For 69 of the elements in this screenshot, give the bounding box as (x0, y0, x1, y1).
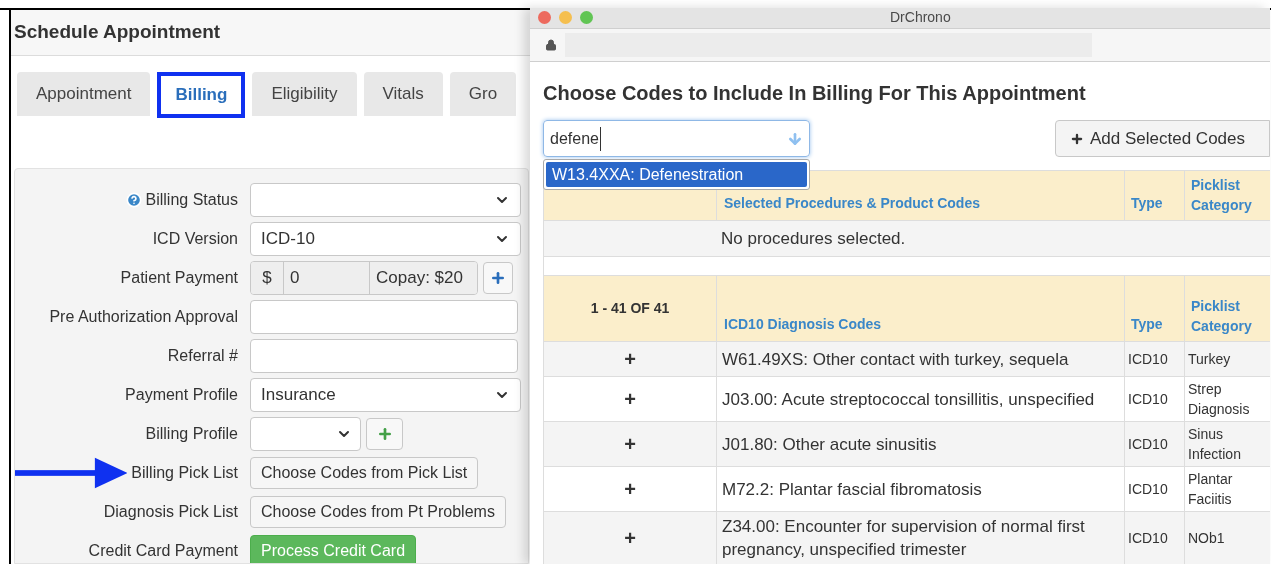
field-label: Diagnosis Pick List (103, 502, 238, 522)
table-cell-text: Strep Diagnosis (1188, 380, 1251, 419)
table-cell-text: W61.49XS: Other contact with turkey, sequela (722, 348, 1069, 371)
column-header: ICD10 Diagnosis Codes (724, 315, 882, 334)
column-header: Type (1131, 315, 1163, 334)
tab[interactable]: Gro (449, 72, 517, 116)
table-cell-text: ICD10 (1128, 479, 1168, 499)
add-code-button[interactable]: + (624, 523, 636, 553)
close-icon[interactable] (538, 11, 551, 25)
maximize-icon[interactable] (580, 11, 593, 25)
result-count: 1 - 41 OF 41 (590, 299, 670, 318)
add-button[interactable] (366, 418, 403, 450)
add-code-button[interactable]: + (624, 429, 636, 459)
add-code-button[interactable]: + (624, 474, 636, 504)
select-field[interactable]: Insurance (250, 378, 521, 412)
tab[interactable]: Billing (157, 72, 246, 118)
suggestion-item[interactable]: W13.4XXA: Defenestration (546, 162, 807, 187)
input-field[interactable] (250, 339, 518, 373)
plus-icon (376, 426, 393, 442)
field-label: Billing Status (145, 190, 238, 210)
table-cell-text: Turkey (1188, 350, 1232, 369)
select-field[interactable] (250, 417, 361, 451)
panel-title: Schedule Appointment (14, 20, 221, 45)
field-label: Payment Profile (125, 385, 238, 405)
column-header: Picklist Category (1191, 297, 1253, 336)
add-button[interactable] (483, 262, 513, 294)
field-label: Pre Authorization Approval (49, 307, 238, 327)
tab[interactable]: Appointment (17, 72, 151, 116)
column-header: Selected Procedures & Product Codes (724, 194, 980, 213)
select-field[interactable]: ICD-10 (250, 222, 521, 256)
table-cell-text: Sinus Infection (1188, 425, 1242, 464)
search-field[interactable]: defene (543, 120, 810, 157)
pick-list-button[interactable]: Choose Codes from Pt Problems (250, 496, 506, 528)
pick-list-button[interactable]: Choose Codes from Pick List (250, 457, 479, 489)
window-title: DrChrono (890, 8, 951, 28)
tab[interactable]: Eligibility (252, 72, 357, 116)
table-cell-text: NOb1 (1188, 529, 1226, 548)
dialog-heading: Choose Codes to Include In Billing For This Appointment (543, 81, 1087, 106)
input-field[interactable] (250, 300, 518, 334)
arrow-down-icon (787, 130, 803, 147)
add-code-button[interactable]: + (624, 384, 636, 414)
field-label: Billing Pick List (131, 463, 238, 483)
table-cell-text: M72.2: Plantar fascial fibromatosis (722, 478, 982, 501)
table-cell-text: J01.80: Other acute sinusitis (722, 433, 937, 456)
plus-icon (490, 270, 506, 286)
table-cell-text: J03.00: Acute streptococcal tonsillitis, unspecified (722, 388, 1095, 411)
plus-icon (1070, 131, 1084, 146)
table-cell-text: Z34.00: Encounter for supervision of normal first pregnancy, unspecified trimester (722, 516, 1086, 561)
table-cell-text: Plantar Faciitis (1188, 470, 1234, 509)
help-icon[interactable] (125, 192, 142, 208)
tab[interactable]: Vitals (363, 72, 443, 116)
table-cell-text: ICD10 (1128, 389, 1168, 409)
table-cell-text: ICD10 (1128, 434, 1168, 454)
field-label: Patient Payment (120, 268, 238, 288)
add-selected-codes-button[interactable]: Add Selected Codes (1055, 120, 1270, 157)
column-header: Picklist Category (1191, 176, 1253, 215)
field-label: Referral # (167, 346, 238, 366)
field-label: Credit Card Payment (88, 541, 238, 561)
column-header: Type (1131, 194, 1163, 213)
table-cell-text: ICD10 (1128, 528, 1168, 548)
payment-field[interactable]: $ 0 Copay: $20 (250, 261, 478, 295)
empty-message: No procedures selected. (721, 227, 906, 250)
minimize-icon[interactable] (559, 11, 572, 25)
table-cell-text: ICD10 (1128, 349, 1168, 369)
lock-icon (545, 38, 557, 51)
field-label: Billing Profile (145, 424, 238, 444)
select-field[interactable] (250, 183, 521, 217)
add-code-button[interactable]: + (624, 344, 636, 374)
field-label: ICD Version (152, 229, 238, 249)
